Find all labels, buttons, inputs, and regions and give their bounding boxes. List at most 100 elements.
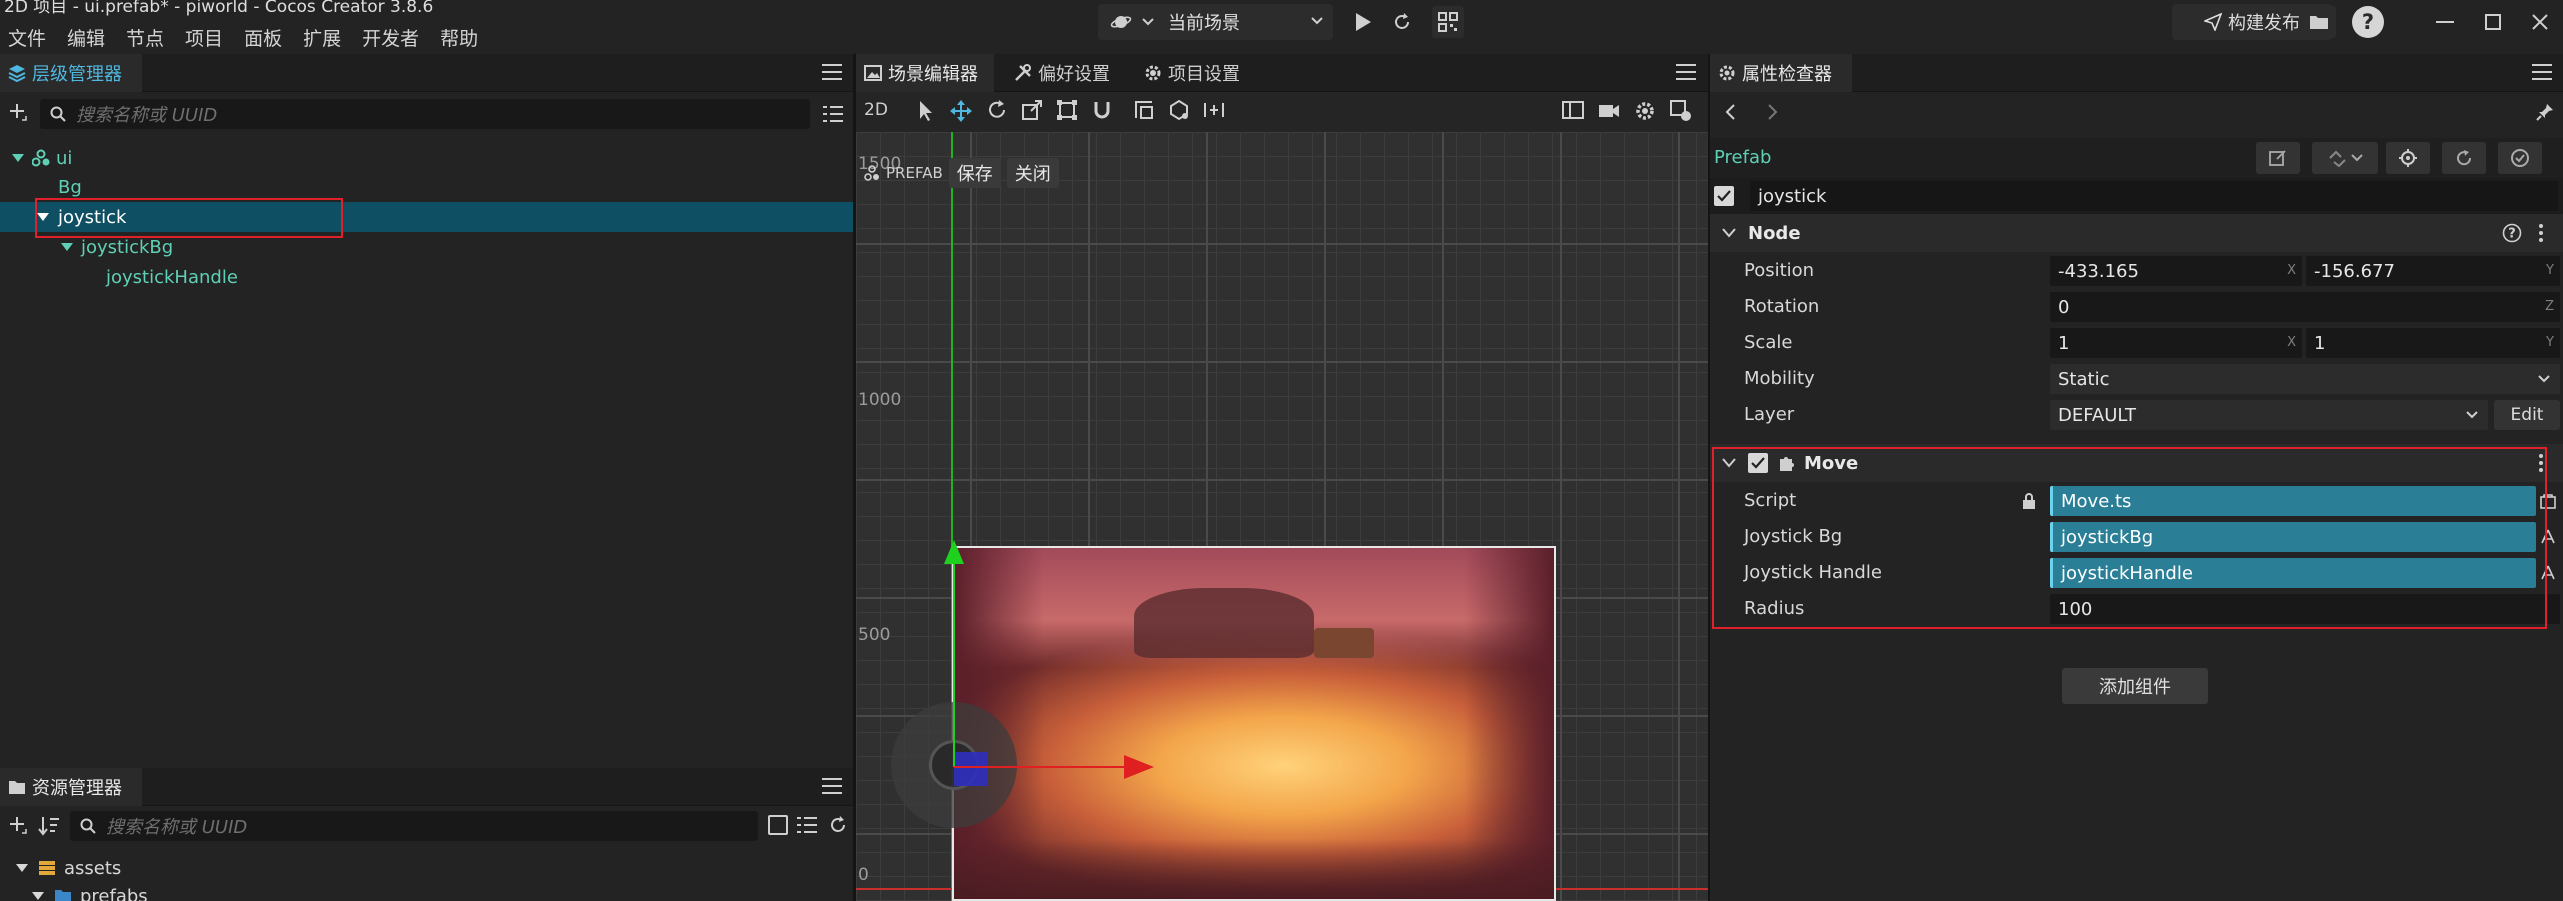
menu-edit[interactable]: 编辑: [67, 24, 105, 50]
chevron-down-icon[interactable]: [61, 243, 73, 251]
component-enabled-checkbox[interactable]: [1748, 453, 1768, 473]
node-section-header[interactable]: Node ?: [1710, 214, 2563, 252]
local-global-icon[interactable]: [1168, 99, 1190, 121]
menu-panel[interactable]: 面板: [244, 24, 282, 50]
help-icon[interactable]: ?: [2502, 223, 2522, 243]
close-prefab-button[interactable]: 关闭: [1006, 158, 1059, 188]
radius-input[interactable]: 100: [2050, 594, 2560, 624]
menu-file[interactable]: 文件: [8, 24, 46, 50]
menu-help[interactable]: 帮助: [440, 24, 478, 50]
move-icon[interactable]: [949, 99, 973, 123]
add-asset-icon[interactable]: [8, 815, 30, 837]
sort-asc-icon[interactable]: [38, 815, 60, 837]
prefab-revert-button[interactable]: [2442, 142, 2486, 174]
layout-icon[interactable]: [1562, 100, 1584, 122]
snap-icon[interactable]: [1203, 99, 1225, 121]
tree-node-joystickbg[interactable]: joystickBg: [0, 232, 853, 262]
refresh-icon[interactable]: [1388, 8, 1416, 36]
list-icon[interactable]: [796, 815, 818, 835]
scene-select[interactable]: 当前场景: [1098, 4, 1333, 40]
close-window-icon[interactable]: [2528, 10, 2552, 34]
folder-open-icon[interactable]: [2302, 6, 2336, 38]
tab-scene-editor[interactable]: 场景编辑器: [856, 54, 994, 92]
tree-node-joystickhandle[interactable]: joystickHandle: [0, 262, 853, 292]
position-x-input[interactable]: -433.165 X: [2050, 256, 2302, 286]
tab-preferences[interactable]: 偏好设置: [1006, 54, 1118, 92]
scale-y-input[interactable]: 1Y: [2306, 328, 2560, 358]
forward-icon[interactable]: [1767, 103, 1779, 121]
add-node-icon[interactable]: [8, 102, 30, 124]
scale-x-input[interactable]: 1X: [2050, 328, 2302, 358]
gear-icon[interactable]: [1634, 100, 1656, 122]
minimize-icon[interactable]: [2433, 10, 2457, 34]
pin-icon[interactable]: [2536, 103, 2554, 121]
joystick-bg-field[interactable]: joystickBg: [2050, 522, 2536, 552]
joystick-handle-field[interactable]: joystickHandle: [2050, 558, 2536, 588]
move-gizmo[interactable]: [916, 532, 1156, 802]
chevron-down-icon[interactable]: [32, 892, 44, 900]
prefab-apply-button[interactable]: [2498, 142, 2542, 174]
hierarchy-menu-icon[interactable]: [822, 64, 842, 82]
camera-icon[interactable]: [1598, 100, 1620, 122]
play-icon[interactable]: [1349, 8, 1377, 36]
prefab-edit-button[interactable]: [2256, 142, 2300, 174]
divider[interactable]: [853, 54, 856, 901]
sort-icon[interactable]: [822, 104, 844, 124]
refresh-icon[interactable]: [828, 815, 848, 835]
rotation-input[interactable]: 0Z: [2050, 292, 2560, 322]
rotate-icon[interactable]: [986, 99, 1008, 123]
tab-project-settings[interactable]: 项目设置: [1136, 54, 1248, 92]
menu-node[interactable]: 节点: [126, 24, 164, 50]
more-icon[interactable]: [2538, 223, 2544, 243]
rect-icon[interactable]: [1056, 99, 1078, 123]
move-component-header[interactable]: Move: [1710, 444, 2563, 482]
assets-menu-icon[interactable]: [822, 778, 842, 796]
more-icon[interactable]: [2538, 453, 2544, 473]
scene-viewport[interactable]: 1500 1000 500 0 PREFAB 保存 关闭: [856, 132, 1708, 901]
menu-extension[interactable]: 扩展: [303, 24, 341, 50]
asset-item-assets[interactable]: assets: [0, 853, 853, 883]
pivot-icon[interactable]: [1133, 99, 1155, 121]
mode-2d-button[interactable]: 2D: [864, 100, 888, 120]
qrcode-icon[interactable]: [1432, 6, 1464, 38]
node-name-input[interactable]: joystick: [1750, 181, 2558, 211]
tree-node-joystick[interactable]: joystick: [0, 202, 853, 232]
add-component-button[interactable]: 添加组件: [2062, 668, 2208, 704]
tab-hierarchy[interactable]: 层级管理器: [0, 54, 142, 92]
tree-node-bg[interactable]: Bg: [0, 172, 853, 202]
maximize-icon[interactable]: [2481, 10, 2505, 34]
scene-menu-icon[interactable]: [1676, 64, 1696, 82]
tree-node-ui[interactable]: ui: [0, 143, 853, 173]
hierarchy-search-input[interactable]: 搜索名称或 UUID: [40, 99, 810, 129]
layer-edit-button[interactable]: Edit: [2494, 400, 2560, 430]
inspector-menu-icon[interactable]: [2532, 64, 2552, 82]
divider[interactable]: [1708, 54, 1710, 901]
node-link-icon[interactable]: [2540, 565, 2556, 581]
save-prefab-button[interactable]: 保存: [948, 158, 1001, 188]
asset-item-prefabs[interactable]: prefabs: [0, 881, 853, 901]
assets-search-input[interactable]: 搜索名称或 UUID: [70, 811, 758, 841]
chevron-down-icon[interactable]: [12, 154, 24, 162]
script-asset-field[interactable]: Move.ts: [2050, 486, 2536, 516]
menu-project[interactable]: 项目: [185, 24, 223, 50]
cursor-icon[interactable]: [914, 99, 936, 123]
prefab-locate-button[interactable]: [2386, 142, 2430, 174]
prefab-unlink-button[interactable]: [2312, 142, 2378, 174]
gizmo-icon[interactable]: [1670, 100, 1692, 122]
tab-assets[interactable]: 资源管理器: [0, 768, 142, 806]
back-icon[interactable]: [1724, 103, 1736, 121]
chevron-down-icon[interactable]: [37, 213, 49, 221]
filter-checkbox[interactable]: [768, 815, 788, 835]
layer-select[interactable]: DEFAULT: [2050, 400, 2488, 430]
mobility-select[interactable]: Static: [2050, 364, 2560, 394]
position-y-input[interactable]: -156.677 Y: [2306, 256, 2560, 286]
node-link-icon[interactable]: [2540, 529, 2556, 545]
menu-developer[interactable]: 开发者: [362, 24, 419, 50]
tab-inspector[interactable]: 属性检查器: [1710, 54, 1852, 92]
asset-browse-icon[interactable]: [2540, 493, 2556, 509]
scale-icon[interactable]: [1021, 99, 1043, 123]
help-icon[interactable]: ?: [2350, 4, 2386, 40]
chevron-down-icon[interactable]: [16, 864, 28, 872]
node-active-checkbox[interactable]: [1714, 186, 1734, 206]
magnet-icon[interactable]: [1091, 99, 1113, 123]
